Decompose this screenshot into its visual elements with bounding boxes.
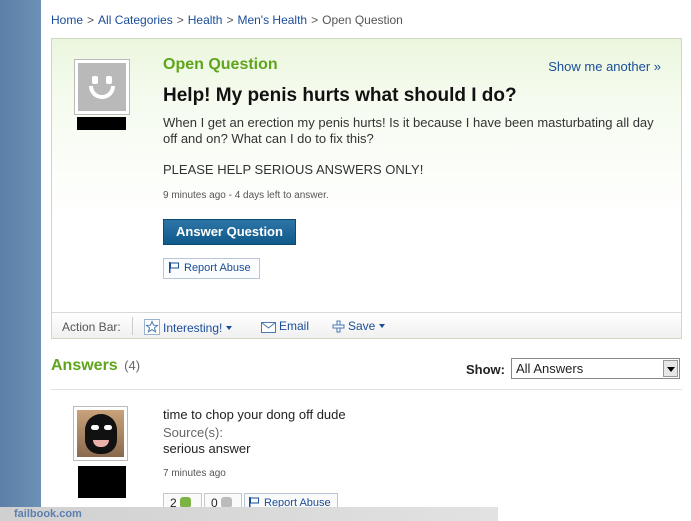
show-filter-select[interactable]: All Answers xyxy=(511,358,680,379)
breadcrumb-current: Open Question xyxy=(322,13,403,27)
divider xyxy=(132,317,133,335)
action-bar: Action Bar: Interesting! Email Save xyxy=(52,312,681,338)
redacted-username xyxy=(78,466,126,498)
breadcrumb-separator: > xyxy=(311,13,319,27)
answer-sources-label: Source(s): xyxy=(163,425,223,440)
show-filter-label: Show: xyxy=(466,362,505,377)
answers-heading: Answers (4) xyxy=(51,357,140,375)
default-avatar-icon xyxy=(78,63,126,111)
question-status-label: Open Question xyxy=(163,56,278,73)
breadcrumb-home[interactable]: Home xyxy=(51,13,83,27)
breadcrumb-health[interactable]: Health xyxy=(188,13,223,27)
action-bar-label: Action Bar: xyxy=(62,320,121,334)
question-emphasis: PLEASE HELP SERIOUS ANSWERS ONLY! xyxy=(163,162,424,177)
interesting-button[interactable]: Interesting! xyxy=(144,319,233,335)
report-abuse-button[interactable]: Report Abuse xyxy=(163,258,260,279)
breadcrumb: Home > All Categories > Health > Men's Health >… xyxy=(51,13,403,27)
chevron-down-icon xyxy=(226,326,233,330)
answer-meta: 7 minutes ago xyxy=(163,468,226,479)
report-abuse-label: Report Abuse xyxy=(184,262,251,274)
envelope-icon xyxy=(261,322,276,333)
divider xyxy=(51,389,682,390)
email-label: Email xyxy=(279,319,310,333)
show-filter-value: All Answers xyxy=(516,361,584,376)
question-body: When I get an erection my penis hurts! I… xyxy=(163,115,654,146)
question-box: Open Question Show me another » Help! My… xyxy=(51,38,682,339)
breadcrumb-separator: > xyxy=(87,13,95,27)
breadcrumb-mens-health[interactable]: Men's Health xyxy=(237,13,307,27)
plus-icon xyxy=(332,320,345,333)
answer-text: time to chop your dong off dude xyxy=(163,407,346,422)
left-edge-bar xyxy=(0,0,41,521)
watermark: failbook.com xyxy=(0,507,498,521)
answerer-photo xyxy=(77,410,124,457)
email-button[interactable]: Email xyxy=(261,319,309,333)
answer-source: serious answer xyxy=(163,441,251,456)
answer-question-button[interactable]: Answer Question xyxy=(163,219,296,245)
interesting-label: Interesting! xyxy=(163,321,223,335)
breadcrumb-separator: > xyxy=(176,13,184,27)
star-icon xyxy=(144,319,160,335)
show-another-link[interactable]: Show me another » xyxy=(548,59,661,74)
question-panel: Open Question Show me another » Help! My… xyxy=(52,39,681,312)
breadcrumb-separator: > xyxy=(226,13,234,27)
flag-icon xyxy=(169,262,179,273)
chevron-down-icon[interactable] xyxy=(663,360,678,377)
answerer-avatar[interactable] xyxy=(73,406,128,461)
save-button[interactable]: Save xyxy=(332,319,386,333)
redacted-username xyxy=(77,117,126,130)
breadcrumb-all-categories[interactable]: All Categories xyxy=(98,13,173,27)
save-label: Save xyxy=(348,319,376,333)
asker-avatar[interactable] xyxy=(74,59,130,115)
chevron-down-icon xyxy=(379,324,386,328)
answers-count: (4) xyxy=(124,358,141,373)
question-meta: 9 minutes ago - 4 days left to answer. xyxy=(163,190,329,201)
question-title: Help! My penis hurts what should I do? xyxy=(163,85,517,106)
answers-heading-label: Answers xyxy=(51,357,118,374)
